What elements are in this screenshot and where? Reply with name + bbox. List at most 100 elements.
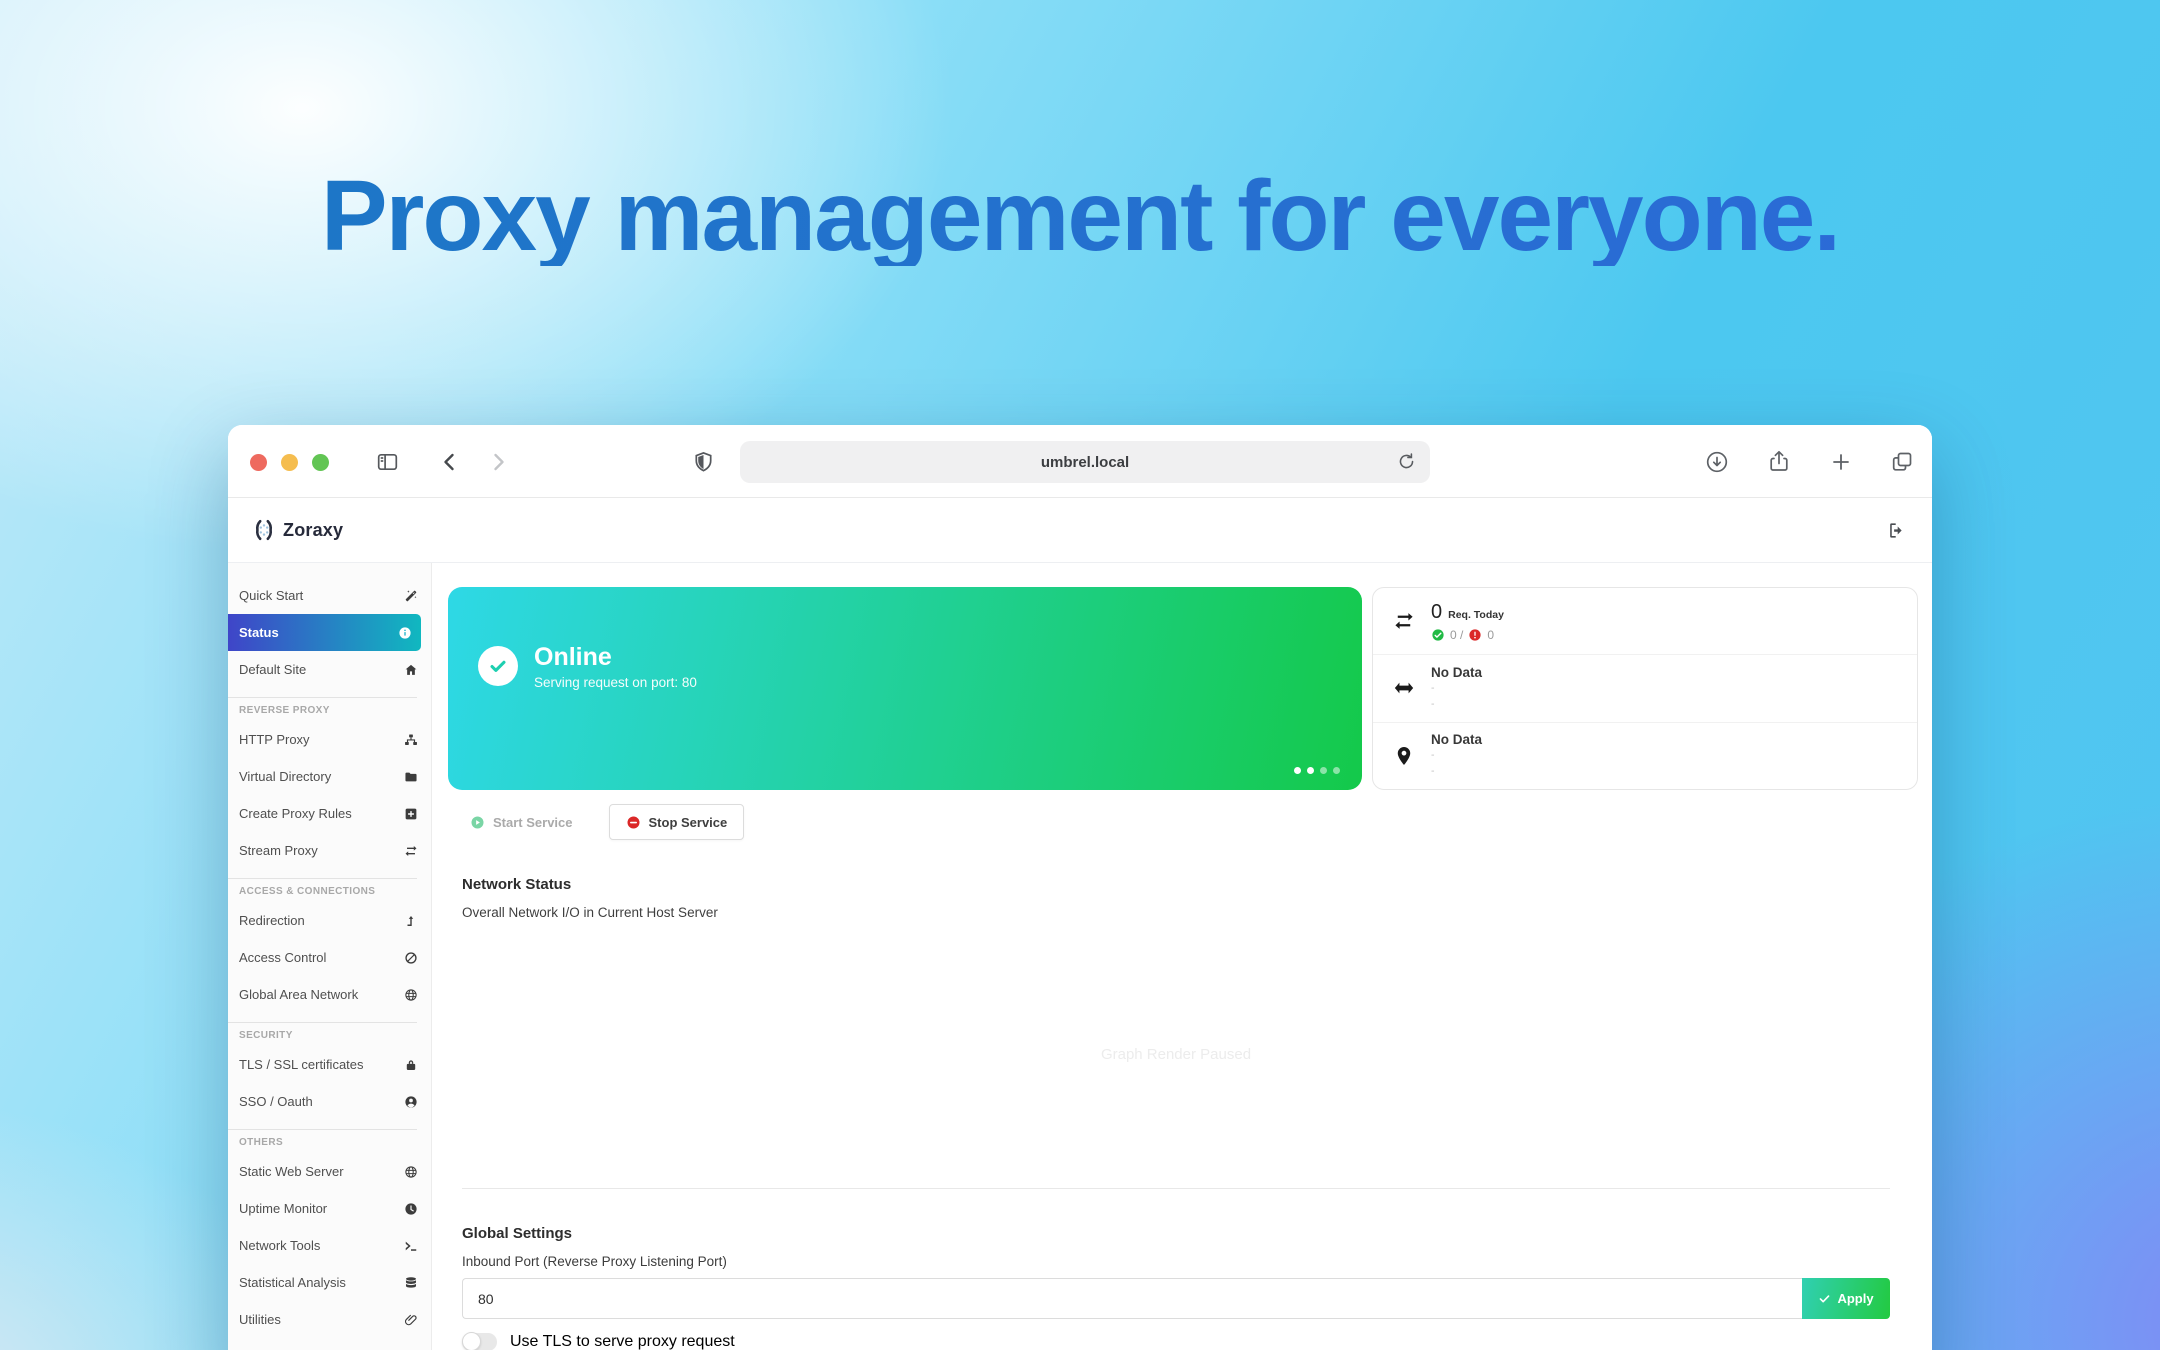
sidebar-item-label: Static Web Server — [239, 1164, 404, 1179]
privacy-shield-icon[interactable] — [692, 449, 715, 475]
sidebar-item-virtual-directory[interactable]: Virtual Directory — [228, 758, 431, 795]
stop-service-label: Stop Service — [649, 815, 728, 830]
folder-icon — [404, 770, 418, 784]
carousel-dot-3[interactable] — [1320, 767, 1327, 774]
app-name: Zoraxy — [283, 520, 343, 541]
sidebar-item-label: Quick Start — [239, 588, 404, 603]
apply-label: Apply — [1837, 1291, 1873, 1306]
browser-toolbar: umbrel.local — [228, 425, 1932, 498]
wand-icon — [404, 589, 418, 603]
check-icon — [1818, 1292, 1831, 1305]
sidebar-item-label: Statistical Analysis — [239, 1275, 404, 1290]
sidebar-item-static-web-server[interactable]: Static Web Server — [228, 1153, 431, 1190]
ban-icon — [404, 951, 418, 965]
logout-icon[interactable] — [1887, 521, 1906, 540]
tls-toggle[interactable] — [462, 1333, 497, 1350]
sidebar-item-access-control[interactable]: Access Control — [228, 939, 431, 976]
graph-paused-text: Graph Render Paused — [1101, 1046, 1251, 1063]
address-bar[interactable]: umbrel.local — [740, 441, 1430, 483]
global-settings-title: Global Settings — [462, 1225, 1890, 1242]
carousel-dot-4[interactable] — [1333, 767, 1340, 774]
sidebar-section-header-security: SECURITY — [228, 1023, 431, 1046]
sidebar-item-quick-start[interactable]: Quick Start — [228, 577, 431, 614]
browser-sidebar-icon[interactable] — [374, 450, 401, 474]
sidebar-section-header-access-connections: ACCESS & CONNECTIONS — [228, 879, 431, 902]
start-service-button[interactable]: Start Service — [456, 804, 587, 840]
forward-icon[interactable] — [486, 450, 510, 474]
exchange-icon — [404, 844, 418, 858]
sidebar-item-label: Utilities — [239, 1312, 404, 1327]
lock-icon — [404, 1058, 418, 1072]
stop-service-button[interactable]: Stop Service — [609, 804, 745, 840]
start-service-icon — [470, 815, 485, 830]
carousel-dot-1[interactable] — [1294, 767, 1301, 774]
sidebar-item-label: Global Area Network — [239, 987, 404, 1002]
carousel-dots — [1294, 767, 1340, 774]
plus-square-icon — [404, 807, 418, 821]
minimize-button[interactable] — [281, 454, 298, 471]
back-icon[interactable] — [438, 450, 462, 474]
section-divider — [462, 1188, 1890, 1189]
sidebar-item-redirection[interactable]: Redirection — [228, 902, 431, 939]
sidebar-item-label: SSO / Oauth — [239, 1094, 404, 1109]
sidebar-item-create-proxy-rules[interactable]: Create Proxy Rules — [228, 795, 431, 832]
sidebar-item-sso-oauth[interactable]: SSO / Oauth — [228, 1083, 431, 1120]
sidebar-item-stream-proxy[interactable]: Stream Proxy — [228, 832, 431, 869]
hero-row: Online Serving request on port: 80 0Req.… — [448, 587, 1918, 790]
new-tab-icon[interactable] — [1829, 450, 1853, 474]
sidebar-item-http-proxy[interactable]: HTTP Proxy — [228, 721, 431, 758]
app-header: Zoraxy — [228, 498, 1932, 563]
arrows-h-icon — [1393, 677, 1415, 699]
home-icon — [404, 663, 418, 677]
reload-icon[interactable] — [1396, 451, 1417, 472]
close-button[interactable] — [250, 454, 267, 471]
stat-subline: - — [1431, 680, 1897, 696]
sidebar-item-label: Stream Proxy — [239, 843, 404, 858]
sitemap-icon — [404, 733, 418, 747]
carousel-dot-2[interactable] — [1307, 767, 1314, 774]
sidebar-item-default-site[interactable]: Default Site — [228, 651, 431, 688]
sidebar-item-network-tools[interactable]: Network Tools — [228, 1227, 431, 1264]
stat-row-bandwidth: No Data-- — [1373, 654, 1917, 721]
globe-icon — [404, 1165, 418, 1179]
network-status-title: Network Status — [462, 876, 1890, 893]
success-count: 0 / — [1450, 628, 1463, 642]
tab-overview-icon[interactable] — [1890, 450, 1914, 474]
sidebar-item-statistical-analysis[interactable]: Statistical Analysis — [228, 1264, 431, 1301]
sidebar-item-utilities[interactable]: Utilities — [228, 1301, 431, 1338]
fullscreen-button[interactable] — [312, 454, 329, 471]
service-buttons: Start Service Stop Service — [448, 804, 1918, 840]
main-content: Online Serving request on port: 80 0Req.… — [432, 563, 1932, 1350]
app-body: Quick Start Status Default Site REVERSE PRO… — [228, 563, 1932, 1350]
tls-setting-row: Use TLS to serve proxy request — [462, 1333, 1890, 1350]
sidebar-item-label: Access Control — [239, 950, 404, 965]
downloads-icon[interactable] — [1705, 450, 1729, 474]
start-service-label: Start Service — [493, 815, 573, 830]
inbound-port-input[interactable] — [462, 1278, 1802, 1319]
status-check-icon — [478, 646, 518, 686]
sidebar-section-header-reverse-proxy: REVERSE PROXY — [228, 698, 431, 721]
sidebar-item-label: Status — [239, 625, 398, 640]
sidebar-item-uptime-monitor[interactable]: Uptime Monitor — [228, 1190, 431, 1227]
paperclip-icon — [404, 1313, 418, 1327]
stats-card: 0Req. Today0 /0No Data--No Data-- — [1372, 587, 1918, 790]
sidebar-item-tls-ssl-certificates[interactable]: TLS / SSL certificates — [228, 1046, 431, 1083]
error-count: 0 — [1487, 628, 1494, 642]
stat-row-requests: 0Req. Today0 /0 — [1373, 588, 1917, 654]
sidebar-item-status[interactable]: Status — [228, 614, 421, 651]
globe-icon — [404, 988, 418, 1002]
share-icon[interactable] — [1767, 449, 1791, 473]
info-circle-icon — [398, 626, 412, 640]
check-circle-icon — [1431, 628, 1445, 642]
sidebar-item-label: Virtual Directory — [239, 769, 404, 784]
inbound-port-row: Apply — [462, 1278, 1890, 1319]
map-marker-icon — [1393, 745, 1415, 767]
sidebar-item-global-area-network[interactable]: Global Area Network — [228, 976, 431, 1013]
stop-service-icon — [626, 815, 641, 830]
apply-button[interactable]: Apply — [1802, 1278, 1890, 1319]
requests-today-label: Req. Today — [1448, 609, 1504, 621]
stat-subline: - — [1431, 747, 1897, 763]
exchange-icon — [1393, 610, 1415, 632]
page-title: Proxy management for everyone. — [0, 166, 2160, 266]
browser-window: umbrel.local Zoraxy Quick Start Status Def… — [228, 425, 1932, 1350]
